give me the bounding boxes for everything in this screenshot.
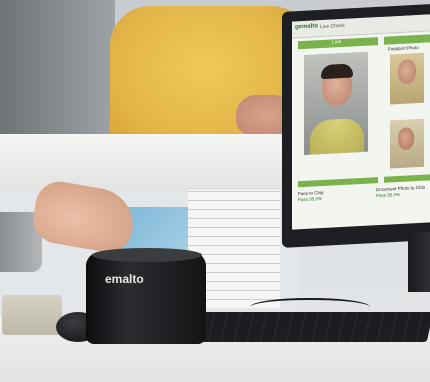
screen-header-right: Live Check	[320, 22, 345, 31]
monitor-stand	[408, 232, 430, 292]
screen-panel-right-bar	[384, 34, 430, 45]
screen-right-title: Passport Photo	[388, 44, 419, 52]
screen-panel-right-footer	[384, 174, 430, 183]
screen-live-label: Live	[332, 39, 342, 46]
screen-panel-left-footer	[298, 177, 378, 188]
screen-right-caption: Document Photo to Chip	[376, 184, 426, 193]
photo-scene: emalto gemalto Live Check Live Face to C…	[0, 0, 430, 382]
counter-shelf	[0, 134, 300, 192]
screen-passport-face	[398, 59, 416, 85]
card-reader	[86, 252, 206, 344]
monitor-screen: gemalto Live Check Live Face to Chip Pas…	[292, 14, 430, 230]
desk-items	[2, 295, 62, 335]
cable	[250, 298, 370, 316]
screen-doc-face	[398, 127, 414, 151]
brand-logo-text: emalto	[105, 272, 144, 286]
screen-header-left: gemalto	[295, 23, 319, 31]
screen-left-score: Pass 95.0%	[298, 196, 323, 203]
screen-live-hair	[321, 63, 353, 80]
screen-right-score: Pass 95.0%	[376, 191, 401, 199]
card-reader-top	[92, 248, 202, 262]
screen-live-shirt	[310, 117, 364, 155]
